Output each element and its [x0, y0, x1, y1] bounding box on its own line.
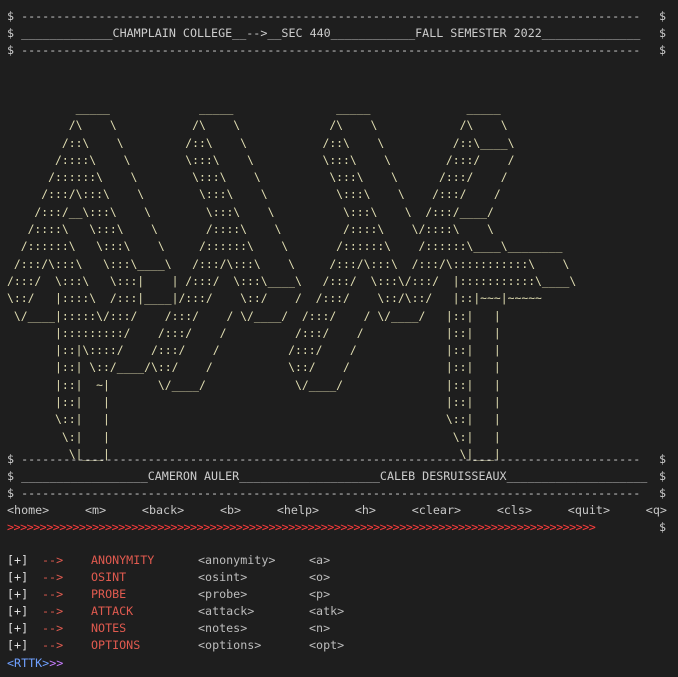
command-hints: <home> <m> <back> <b> <help> <h> <clear>… [7, 502, 667, 519]
header-rule-top: $ --------------------------------------… [7, 9, 641, 23]
menu-label: ATTACK [91, 604, 134, 618]
cmd-home: <home> [7, 503, 50, 517]
cmd-clear: <clear> [411, 503, 462, 517]
menu-item-osint: [+] --> OSINT <osint> <o> [7, 569, 330, 586]
menu-shortcut: <a> [309, 553, 331, 567]
menu-item-options: [+] --> OPTIONS <options> <opt> [7, 637, 344, 654]
arrow-separator-end: $ [658, 520, 666, 534]
menu-command: <options> [198, 638, 262, 652]
menu-arrow: --> [42, 604, 64, 618]
menu-item-anonymity: [+] --> ANONYMITY <anonymity> <a> [7, 552, 330, 569]
menu-command: <anonymity> [198, 553, 276, 567]
cmd-back: <back> [141, 503, 185, 517]
menu-shortcut: <p> [309, 587, 331, 601]
menu-bullet: [+] [7, 621, 29, 635]
menu-label: NOTES [91, 621, 127, 635]
menu-label: OPTIONS [91, 638, 141, 652]
cmd-help: <help> [276, 503, 320, 517]
cmd-cls: <cls> [496, 503, 532, 517]
cmd-h: <h> [354, 503, 376, 517]
menu-shortcut: <o> [309, 570, 331, 584]
menu-bullet: [+] [7, 570, 29, 584]
cmd-m: <m> [85, 503, 107, 517]
menu-label: OSINT [91, 570, 127, 584]
command-prompt[interactable]: <RTTK>>> [7, 655, 63, 672]
menu-shortcut: <atk> [309, 604, 345, 618]
menu-item-notes: [+] --> NOTES <notes> <n> [7, 620, 330, 637]
footer-rule-top: $ --------------------------------------… [7, 452, 641, 466]
menu-command: <attack> [198, 604, 255, 618]
header-rule-top-end: $ [658, 9, 666, 23]
cmd-b: <b> [219, 503, 242, 517]
menu-label: ANONYMITY [91, 553, 155, 567]
menu-item-attack: [+] --> ATTACK <attack> <atk> [7, 603, 344, 620]
footer-rule-bottom: $ --------------------------------------… [7, 486, 641, 500]
menu-bullet: [+] [7, 587, 29, 601]
menu-command: <notes> [198, 621, 248, 635]
main-menu: [+] --> ANONYMITY <anonymity> <a> [+] --… [7, 552, 344, 654]
cmd-q: <q> [645, 503, 667, 517]
cmd-quit: <quit> [567, 503, 611, 517]
menu-arrow: --> [42, 638, 64, 652]
menu-command: <probe> [198, 587, 248, 601]
menu-bullet: [+] [7, 604, 29, 618]
footer-authors-end: $ [658, 469, 666, 483]
menu-label: PROBE [91, 587, 127, 601]
prompt-suffix: >> [49, 656, 64, 670]
ascii-art-logo: _____ _____ _____ _____ /\ \ /\ \ /\ \ /… [7, 101, 577, 461]
arrow-separator: >>>>>>>>>>>>>>>>>>>>>>>>>>>>>>>>>>>>>>>>… [7, 520, 596, 534]
menu-arrow: --> [42, 621, 64, 635]
footer-authors: $ __________________CAMERON AULER_______… [7, 469, 648, 483]
menu-command: <osint> [198, 570, 248, 584]
footer-rule-top-end: $ [658, 452, 666, 466]
prompt-name: <RTTK> [7, 656, 50, 670]
footer-rule-bottom-end: $ [658, 486, 666, 500]
terminal-window[interactable]: $ --------------------------------------… [0, 0, 678, 677]
menu-arrow: --> [42, 570, 64, 584]
menu-item-probe: [+] --> PROBE <probe> <p> [7, 586, 330, 603]
menu-bullet: [+] [7, 638, 29, 652]
header-title: $ _____________CHAMPLAIN COLLEGE__-->__S… [7, 26, 641, 40]
header-rule-bottom-end: $ [658, 43, 666, 57]
menu-arrow: --> [42, 587, 64, 601]
menu-shortcut: <n> [309, 621, 331, 635]
header-rule-bottom: $ --------------------------------------… [7, 43, 641, 57]
header-title-end: $ [658, 26, 666, 40]
menu-bullet: [+] [7, 553, 29, 567]
menu-arrow: --> [42, 553, 64, 567]
menu-shortcut: <opt> [309, 638, 345, 652]
